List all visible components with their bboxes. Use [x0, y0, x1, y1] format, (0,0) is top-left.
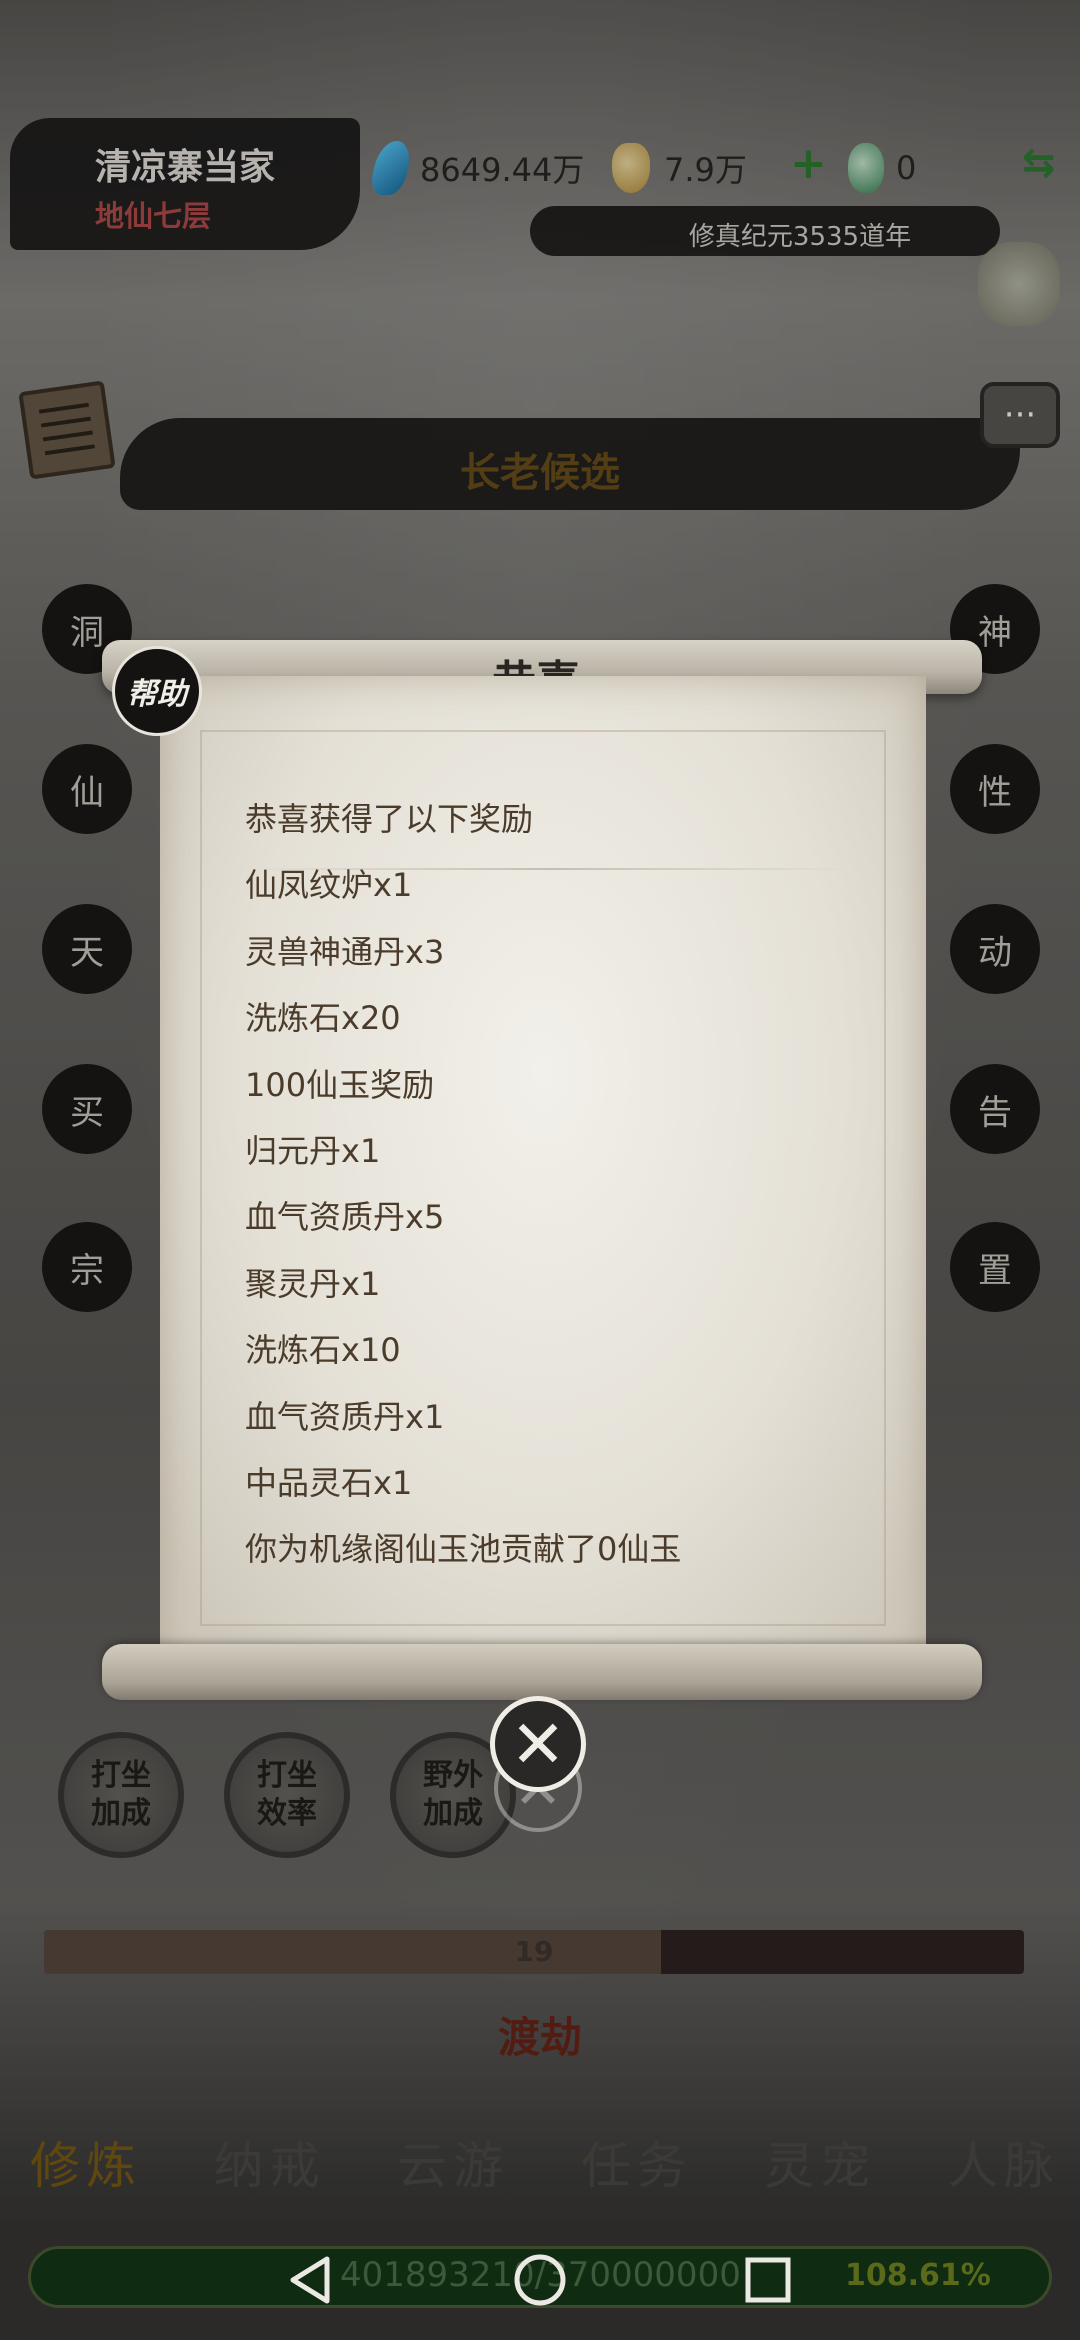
reward-line: 洗炼石x10: [245, 1331, 401, 1370]
reward-line: 恭喜获得了以下奖励: [245, 800, 534, 838]
experience-percent: 108.61%: [845, 2258, 991, 2293]
recents-square-icon: [745, 2257, 791, 2303]
reward-line: 血气资质丹x1: [245, 1397, 445, 1436]
reward-line: 灵兽神通丹x3: [245, 932, 445, 971]
close-icon: ✕: [510, 1705, 566, 1783]
reward-line: 洗炼石x20: [245, 999, 401, 1038]
reward-scroll-dialog: 恭喜 恭喜获得了以下奖励 仙凤纹炉x1 灵兽神通丹x3 洗炼石x20 100仙玉…: [102, 640, 982, 1700]
close-button[interactable]: ✕: [490, 1696, 586, 1792]
reward-list: 恭喜获得了以下奖励 仙凤纹炉x1 灵兽神通丹x3 洗炼石x20 100仙玉奖励 …: [245, 786, 865, 1583]
reward-line: 血气资质丹x5: [245, 1198, 445, 1237]
help-badge[interactable]: 帮助: [112, 646, 202, 736]
scroll-paper: 恭喜获得了以下奖励 仙凤纹炉x1 灵兽神通丹x3 洗炼石x20 100仙玉奖励 …: [160, 676, 926, 1666]
home-circle-icon: [514, 2254, 566, 2306]
reward-line: 归元丹x1: [245, 1131, 381, 1170]
reward-line: 聚灵丹x1: [245, 1264, 381, 1303]
scroll-bottom-rod: [102, 1644, 982, 1700]
reward-line: 你为机缘阁仙玉池贡献了0仙玉: [245, 1530, 682, 1569]
reward-line: 100仙玉奖励: [245, 1065, 435, 1104]
reward-line: 仙凤纹炉x1: [245, 866, 413, 905]
home-nav-button[interactable]: [510, 2252, 570, 2308]
recents-nav-button[interactable]: [738, 2252, 798, 2308]
back-triangle-icon: [290, 2256, 330, 2304]
reward-line: 中品灵石x1: [245, 1463, 413, 1502]
back-nav-button[interactable]: [280, 2252, 340, 2308]
